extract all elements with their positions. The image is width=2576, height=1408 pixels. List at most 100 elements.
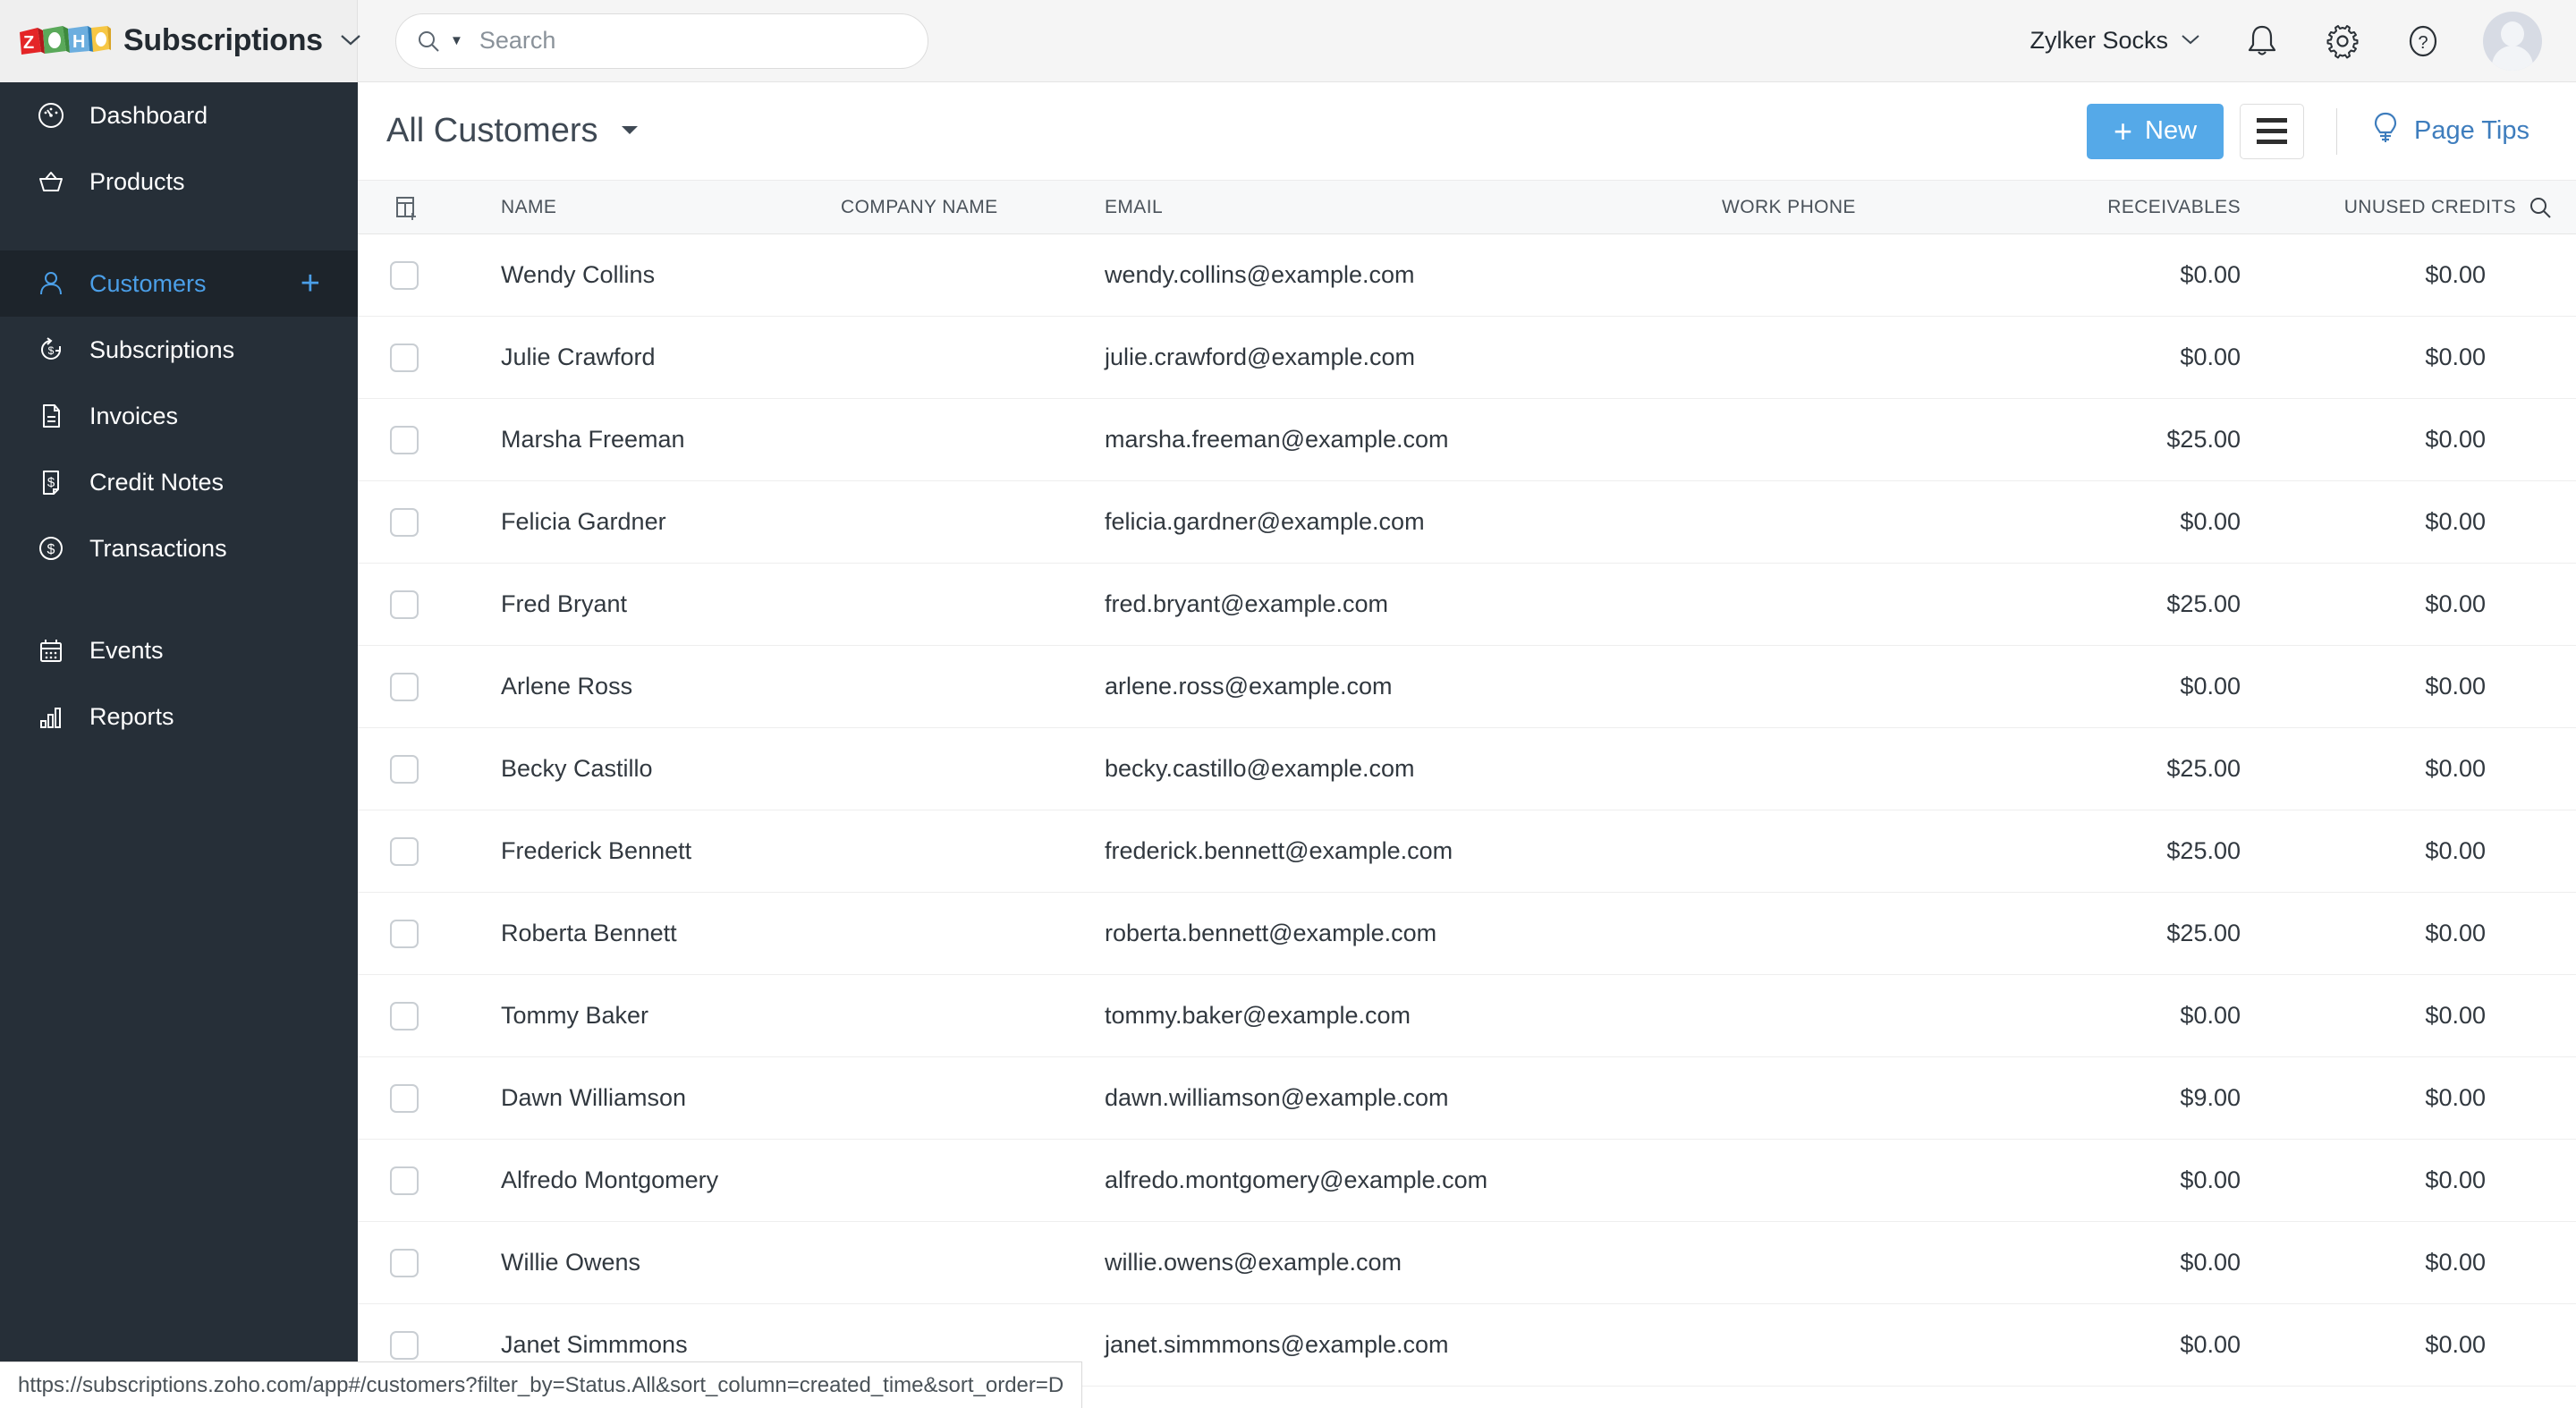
row-checkbox[interactable] bbox=[390, 673, 419, 701]
row-checkbox[interactable] bbox=[390, 426, 419, 454]
table-row[interactable]: Wendy Collinswendy.collins@example.com$0… bbox=[358, 234, 2576, 317]
table-row[interactable]: Frederick Bennettfrederick.bennett@examp… bbox=[358, 810, 2576, 893]
row-checkbox-cell[interactable] bbox=[358, 344, 456, 372]
list-view-button[interactable] bbox=[2240, 104, 2304, 159]
chevron-down-icon[interactable] bbox=[618, 121, 641, 141]
row-checkbox[interactable] bbox=[390, 1084, 419, 1113]
sidebar-item-events[interactable]: Events bbox=[0, 617, 358, 683]
help-icon[interactable]: ? bbox=[2402, 21, 2444, 62]
zoho-logo: Z H bbox=[18, 24, 111, 58]
sidebar-item-invoices[interactable]: Invoices bbox=[0, 383, 358, 449]
row-checkbox-cell[interactable] bbox=[358, 426, 456, 454]
cell-receivables: $0.00 bbox=[1981, 1249, 2258, 1277]
recurring-icon: $ bbox=[34, 333, 68, 367]
table-row[interactable]: Becky Castillobecky.castillo@example.com… bbox=[358, 728, 2576, 810]
column-header-name[interactable]: NAME bbox=[456, 197, 841, 218]
cell-name[interactable]: Wendy Collins bbox=[456, 261, 841, 289]
table-search-button[interactable] bbox=[2527, 194, 2576, 221]
brand-area[interactable]: Z H Subscriptions bbox=[0, 0, 358, 82]
cell-name[interactable]: Marsha Freeman bbox=[456, 426, 841, 454]
global-search[interactable]: ▼ bbox=[395, 13, 928, 69]
column-header-company-name[interactable]: COMPANY NAME bbox=[841, 197, 1105, 218]
row-checkbox[interactable] bbox=[390, 837, 419, 866]
column-header-email[interactable]: EMAIL bbox=[1105, 197, 1722, 218]
chevron-down-icon[interactable] bbox=[337, 31, 364, 51]
row-checkbox[interactable] bbox=[390, 1331, 419, 1360]
sidebar-item-customers[interactable]: Customers + bbox=[0, 250, 358, 317]
sidebar-item-transactions[interactable]: $ Transactions bbox=[0, 515, 358, 581]
org-switcher[interactable]: Zylker Socks bbox=[2029, 27, 2202, 55]
row-checkbox-cell[interactable] bbox=[358, 673, 456, 701]
page-tips-button[interactable]: Page Tips bbox=[2369, 110, 2529, 153]
cell-email: fred.bryant@example.com bbox=[1105, 590, 1722, 618]
cell-name[interactable]: Tommy Baker bbox=[456, 1002, 841, 1030]
table-row[interactable]: Roberta Bennett roberta.bennett@example.c… bbox=[358, 893, 2576, 975]
table-row[interactable]: Fred Bryantfred.bryant@example.com$25.00… bbox=[358, 564, 2576, 646]
table-row[interactable]: Dawn Williamsondawn.williamson@example.c… bbox=[358, 1057, 2576, 1140]
status-bar-url: https://subscriptions.zoho.com/app#/cust… bbox=[0, 1361, 1082, 1408]
row-checkbox-cell[interactable] bbox=[358, 1002, 456, 1031]
add-customer-button[interactable]: + bbox=[301, 267, 320, 301]
cell-name[interactable]: Alfredo Montgomery bbox=[456, 1166, 841, 1194]
cell-name[interactable]: Janet Simmmons bbox=[456, 1331, 841, 1359]
row-checkbox[interactable] bbox=[390, 344, 419, 372]
column-header-receivables[interactable]: RECEIVABLES bbox=[1981, 197, 2258, 218]
cell-name[interactable]: Arlene Ross bbox=[456, 673, 841, 700]
row-checkbox[interactable] bbox=[390, 920, 419, 948]
page-title[interactable]: All Customers bbox=[386, 112, 598, 150]
cell-email: roberta.bennett@example.com bbox=[1105, 920, 1722, 947]
row-checkbox[interactable] bbox=[390, 1002, 419, 1031]
sidebar-item-label: Events bbox=[89, 637, 164, 665]
row-checkbox[interactable] bbox=[390, 508, 419, 537]
table-row[interactable]: Alfredo Montgomeryalfredo.montgomery@exa… bbox=[358, 1140, 2576, 1222]
column-header-work-phone[interactable]: WORK PHONE bbox=[1722, 197, 1981, 218]
row-checkbox-cell[interactable] bbox=[358, 590, 456, 619]
row-checkbox[interactable] bbox=[390, 1249, 419, 1277]
sidebar-item-label: Transactions bbox=[89, 535, 227, 563]
sidebar-item-dashboard[interactable]: Dashboard bbox=[0, 82, 358, 148]
bell-icon[interactable] bbox=[2241, 21, 2283, 62]
new-button[interactable]: + New bbox=[2087, 104, 2224, 159]
sidebar-item-subscriptions[interactable]: $ Subscriptions bbox=[0, 317, 358, 383]
table-row[interactable]: Julie Crawfordjulie.crawford@example.com… bbox=[358, 317, 2576, 399]
sidebar-item-credit-notes[interactable]: $ Credit Notes bbox=[0, 449, 358, 515]
cell-receivables: $0.00 bbox=[1981, 261, 2258, 289]
sidebar-gap bbox=[0, 581, 358, 617]
gear-icon[interactable] bbox=[2322, 21, 2363, 62]
cell-name[interactable]: Roberta Bennett bbox=[456, 920, 841, 947]
cell-name[interactable]: Willie Owens bbox=[456, 1249, 841, 1277]
row-checkbox-cell[interactable] bbox=[358, 1331, 456, 1360]
row-checkbox-cell[interactable] bbox=[358, 1084, 456, 1113]
row-checkbox[interactable] bbox=[390, 755, 419, 784]
search-scope-chevron-down-icon[interactable]: ▼ bbox=[450, 33, 463, 48]
row-checkbox-cell[interactable] bbox=[358, 508, 456, 537]
search-icon bbox=[416, 29, 441, 54]
sidebar-item-products[interactable]: Products bbox=[0, 148, 358, 215]
row-checkbox-cell[interactable] bbox=[358, 837, 456, 866]
column-picker-button[interactable] bbox=[358, 192, 456, 223]
table-row[interactable]: Willie Owenswillie.owens@example.com$0.0… bbox=[358, 1222, 2576, 1304]
row-checkbox-cell[interactable] bbox=[358, 1166, 456, 1195]
cell-name[interactable]: Fred Bryant bbox=[456, 590, 841, 618]
table-row[interactable]: Felicia Gardnerfelicia.gardner@example.c… bbox=[358, 481, 2576, 564]
cell-name[interactable]: Felicia Gardner bbox=[456, 508, 841, 536]
table-row[interactable]: Tommy Bakertommy.baker@example.com$0.00$… bbox=[358, 975, 2576, 1057]
cell-name[interactable]: Dawn Williamson bbox=[456, 1084, 841, 1112]
table-row[interactable]: Arlene Rossarlene.ross@example.com$0.00$… bbox=[358, 646, 2576, 728]
avatar[interactable] bbox=[2483, 12, 2542, 71]
row-checkbox-cell[interactable] bbox=[358, 755, 456, 784]
column-header-unused-credits[interactable]: UNUSED CREDITS bbox=[2258, 197, 2527, 218]
row-checkbox-cell[interactable] bbox=[358, 1249, 456, 1277]
cell-name[interactable]: Julie Crawford bbox=[456, 344, 841, 371]
row-checkbox[interactable] bbox=[390, 261, 419, 290]
table-row[interactable]: Marsha Freemanmarsha.freeman@example.com… bbox=[358, 399, 2576, 481]
row-checkbox[interactable] bbox=[390, 590, 419, 619]
row-checkbox-cell[interactable] bbox=[358, 920, 456, 948]
sidebar-item-reports[interactable]: Reports bbox=[0, 683, 358, 750]
cell-name[interactable]: Becky Castillo bbox=[456, 755, 841, 783]
search-input[interactable] bbox=[479, 27, 908, 55]
row-checkbox-cell[interactable] bbox=[358, 261, 456, 290]
row-checkbox[interactable] bbox=[390, 1166, 419, 1195]
cell-name[interactable]: Frederick Bennett bbox=[456, 837, 841, 865]
plus-icon: + bbox=[2114, 115, 2132, 148]
